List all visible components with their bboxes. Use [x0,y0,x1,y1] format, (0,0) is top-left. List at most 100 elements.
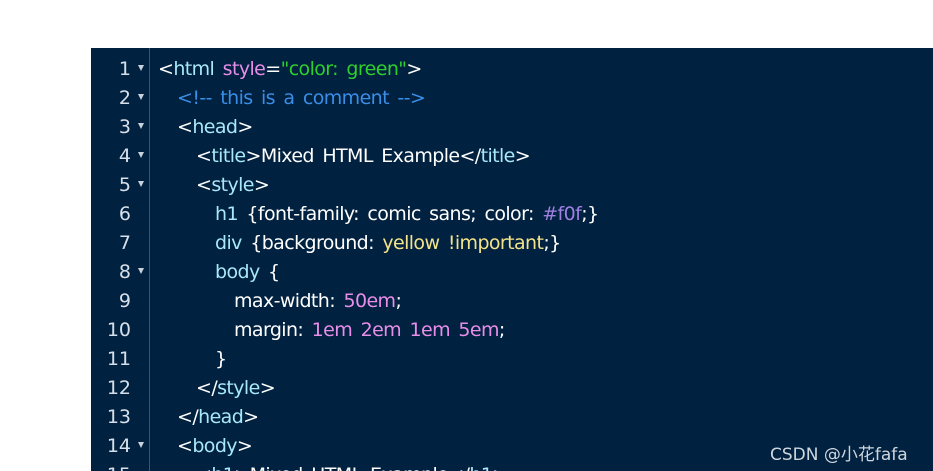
triangle-down-icon[interactable] [138,65,144,71]
code-token-tag: style [211,174,254,196]
code-token-text: ; [395,290,402,312]
triangle-down-icon[interactable] [138,94,144,100]
code-token-text: {background: [241,232,383,254]
line-number-row: 10 [91,316,149,345]
line-number-row: 6 [91,200,149,229]
line-number-row: 8 [91,258,149,287]
code-token-text: ;} [581,203,599,225]
line-number: 6 [118,203,131,225]
line-number-row: 4 [91,142,149,171]
code-token-keyword: yellow !important [382,232,544,254]
code-token-tag: head [198,406,244,428]
line-number: 4 [118,145,131,167]
code-token-text: Mixed HTML Example [260,145,460,167]
code-line[interactable]: <h1>Mixed HTML Example</h1> [196,461,508,471]
code-token-punct: > [243,406,259,428]
line-number: 14 [106,435,131,457]
line-number-row: 2 [91,84,149,113]
code-token-punct: = [265,58,281,80]
line-number-row: 15 [91,461,149,471]
code-token-text: max-width: [234,290,344,312]
code-token-tag: head [192,116,238,138]
line-number-row: 7 [91,229,149,258]
code-token-string: "color: green" [280,58,407,80]
code-token-tag: h1 [469,464,493,471]
triangle-down-icon[interactable] [138,152,144,158]
code-token-punct: </ [196,377,218,399]
code-token-text: } [215,348,227,370]
code-token-punct: > [492,464,508,471]
line-number: 10 [106,319,131,341]
triangle-down-icon[interactable] [138,442,144,448]
code-area[interactable]: <html style="color: green"> <!-- this is … [158,48,928,471]
code-token-attr: style [222,58,266,80]
triangle-down-icon[interactable] [138,181,144,187]
line-number: 8 [118,261,131,283]
code-token-punct: </ [177,406,199,428]
code-token-number: 1em 2em 1em 5em [311,319,500,341]
code-line[interactable]: </head> [177,403,259,432]
code-token-tag: h1 [211,464,235,471]
code-line[interactable]: <body> [177,432,253,461]
code-line[interactable]: h1 {font-family: comic sans; color: #f0f… [215,200,599,229]
code-token-punct: > [514,145,531,167]
line-number-row: 13 [91,403,149,432]
line-number: 12 [106,377,131,399]
line-number: 7 [118,232,131,254]
code-line[interactable]: div {background: yellow !important;} [215,229,561,258]
code-token-text: Mixed HTML Example [250,464,449,471]
code-token-punct: > [253,174,270,196]
line-number: 13 [106,406,131,428]
code-token-tag: title [480,145,516,167]
code-editor[interactable]: 123456789101112131415 <html style="color… [91,48,933,471]
code-token-text: { [259,261,280,283]
code-token-color: #f0f [542,203,582,225]
code-line[interactable]: <title>Mixed HTML Example</title> [196,142,531,171]
code-token-comment: <!-- this is a comment --> [177,87,426,109]
code-token-text: ; [498,319,505,341]
code-token-tag: title [211,145,246,167]
code-line[interactable]: </style> [196,374,276,403]
code-token-tag: style [217,377,260,399]
line-number: 5 [118,174,131,196]
triangle-down-icon[interactable] [138,123,144,129]
code-line[interactable]: <html style="color: green"> [158,55,422,84]
code-line[interactable]: <style> [196,171,270,200]
code-token-text: {font-family: comic sans; color: [237,203,543,225]
line-number: 1 [118,58,131,80]
line-number: 9 [118,290,131,312]
code-token-punct: < [158,58,174,80]
code-line[interactable]: body { [215,258,280,287]
code-token-punct: > [236,435,253,457]
line-number: 11 [106,348,131,370]
code-token-punct: < [196,464,212,471]
code-token-number: 50em [343,290,396,312]
watermark: CSDN @小花fafa [770,445,908,465]
line-number-row: 9 [91,287,149,316]
code-token-punct: < [177,435,193,457]
code-token-selector: div [215,232,242,254]
code-token-punct: > [234,464,250,471]
code-line[interactable]: margin: 1em 2em 1em 5em; [234,316,505,345]
line-number: 2 [118,87,131,109]
code-token-punct: < [196,145,212,167]
code-token-punct: < [177,116,193,138]
line-number-row: 3 [91,113,149,142]
code-token-tag: body [192,435,237,457]
line-number-row: 12 [91,374,149,403]
line-number-row: 5 [91,171,149,200]
code-token-text: ;} [543,232,561,254]
triangle-down-icon[interactable] [138,268,144,274]
code-token-text: margin: [234,319,312,341]
code-token-punct: </ [459,145,481,167]
line-number-gutter: 123456789101112131415 [91,48,150,471]
code-line[interactable]: max-width: 50em; [234,287,402,316]
code-token-punct: </ [448,464,470,471]
code-token-tag: html [173,58,215,80]
line-number: 15 [107,464,131,471]
line-number-row: 14 [91,432,149,461]
code-line[interactable]: <head> [177,113,253,142]
code-line[interactable]: <!-- this is a comment --> [177,84,426,113]
code-line[interactable]: } [215,345,227,374]
